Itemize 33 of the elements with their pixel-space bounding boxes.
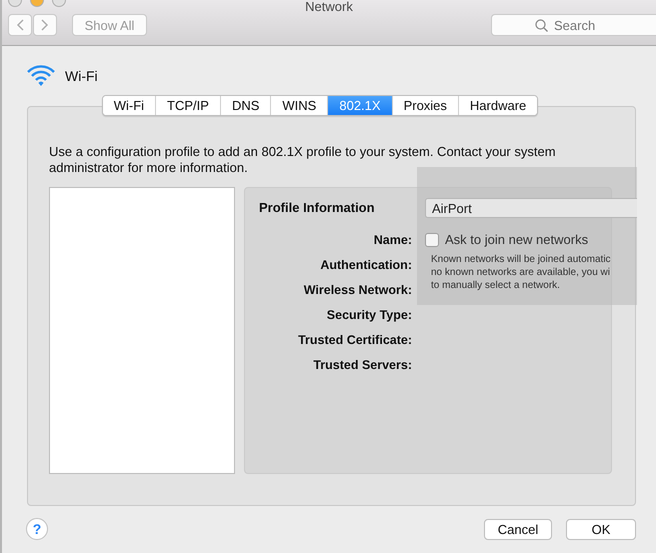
search-field[interactable]: Search: [491, 14, 656, 36]
help-button[interactable]: ?: [26, 518, 48, 540]
chevron-right-icon: [41, 19, 49, 31]
chevron-left-icon: [16, 19, 24, 31]
note-line: Known networks will be joined automatic: [431, 253, 611, 266]
checkbox[interactable]: [425, 232, 439, 246]
section-title: Profile Information: [259, 200, 375, 215]
tab[interactable]: DNS: [220, 96, 270, 115]
network-name-field[interactable]: AirPort: [425, 198, 637, 218]
cancel-button[interactable]: Cancel: [484, 518, 552, 540]
search-icon: [535, 19, 548, 32]
tab[interactable]: TCP/IP: [155, 96, 220, 115]
tab[interactable]: WINS: [270, 96, 328, 115]
note-line: no known networks are available, you wi: [431, 266, 610, 279]
field-label: Trusted Servers:: [313, 357, 412, 373]
wifi-icon: [26, 65, 56, 87]
window-title: Network: [305, 0, 353, 14]
tab[interactable]: Hardware: [458, 96, 538, 115]
field-label: Wireless Network:: [304, 282, 412, 298]
back-button[interactable]: [8, 14, 32, 36]
service-name: Wi-Fi: [65, 68, 98, 84]
field-label: Trusted Certificate:: [298, 332, 412, 348]
description-text: Use a configuration profile to add an 802.1X profile to your system. Contact your system administrator for more information.: [49, 144, 557, 176]
field-label: Authentication:: [320, 257, 412, 273]
ok-button[interactable]: OK: [566, 518, 636, 540]
checkbox-label: Ask to join new networks: [445, 232, 588, 247]
tab[interactable]: Wi-Fi: [102, 96, 156, 115]
profile-list[interactable]: [49, 187, 235, 474]
note-line: to manually select a network.: [431, 279, 560, 292]
field-label: Name:: [374, 232, 412, 248]
field-label: Security Type:: [326, 307, 412, 323]
tab[interactable]: Proxies: [392, 96, 458, 115]
forward-button[interactable]: [33, 14, 57, 36]
